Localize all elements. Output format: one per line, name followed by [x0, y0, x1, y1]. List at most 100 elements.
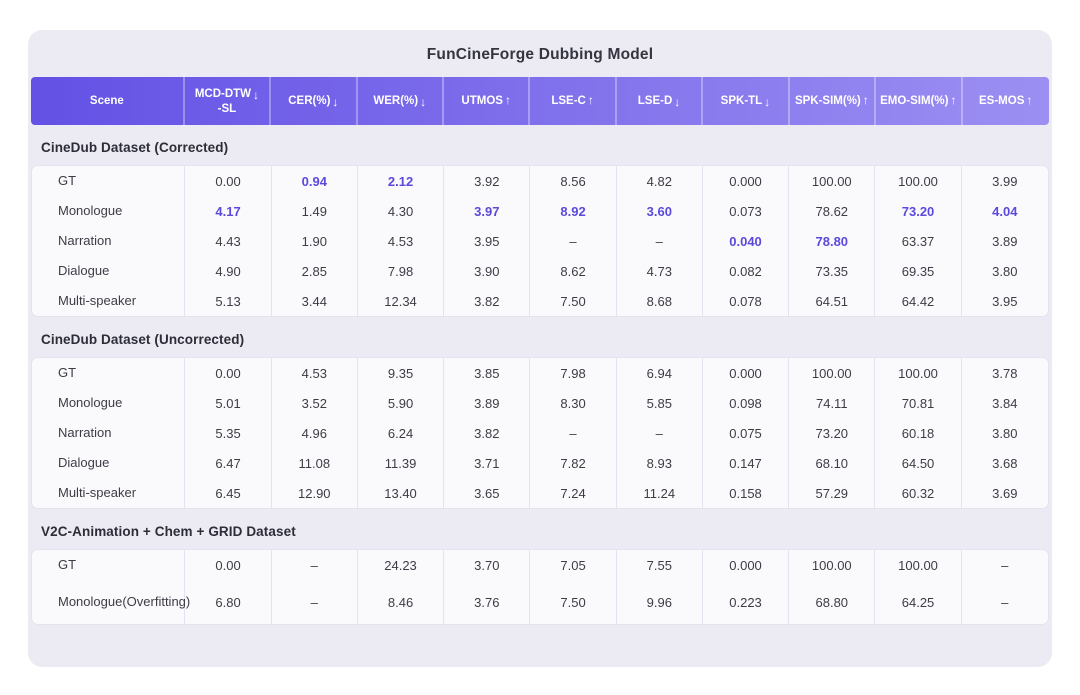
- scene-label: Monologue(Overfitting): [32, 580, 185, 624]
- value-cell: 3.95: [962, 286, 1048, 316]
- value-cell: 6.45: [185, 478, 271, 508]
- value-cell: 11.39: [358, 448, 444, 478]
- table-row: Narration5.354.966.243.82––0.07573.2060.…: [32, 418, 1048, 448]
- value-cell: 73.20: [875, 196, 961, 226]
- value-cell: 1.90: [272, 226, 358, 256]
- value-cell: 11.08: [272, 448, 358, 478]
- value-cell: 4.73: [617, 256, 703, 286]
- value-cell: 3.68: [962, 448, 1048, 478]
- value-cell: 5.01: [185, 388, 271, 418]
- value-cell: 0.073: [703, 196, 789, 226]
- value-cell: 68.80: [789, 580, 875, 624]
- value-cell: 3.97: [444, 196, 530, 226]
- value-cell: 8.68: [617, 286, 703, 316]
- value-cell: 8.30: [530, 388, 616, 418]
- value-cell: 64.42: [875, 286, 961, 316]
- value-cell: 70.81: [875, 388, 961, 418]
- column-header-spk-tl: SPK-TL↓: [703, 77, 789, 125]
- value-cell: 0.040: [703, 226, 789, 256]
- value-cell: –: [530, 226, 616, 256]
- value-cell: 3.70: [444, 550, 530, 580]
- table-row: GT0.000.942.123.928.564.820.000100.00100…: [32, 166, 1048, 196]
- value-cell: 2.85: [272, 256, 358, 286]
- value-cell: 78.62: [789, 196, 875, 226]
- value-cell: 3.90: [444, 256, 530, 286]
- value-cell: –: [617, 418, 703, 448]
- table-row: GT0.004.539.353.857.986.940.000100.00100…: [32, 358, 1048, 388]
- column-label: WER(%): [373, 95, 418, 107]
- arrow-up-icon: ↑: [588, 93, 594, 109]
- value-cell: 6.24: [358, 418, 444, 448]
- arrow-down-icon: ↓: [674, 95, 680, 111]
- column-header-lse-d: LSE-D↓: [617, 77, 703, 125]
- value-cell: 3.99: [962, 166, 1048, 196]
- value-cell: 3.71: [444, 448, 530, 478]
- value-cell: 3.80: [962, 256, 1048, 286]
- value-cell: 9.96: [617, 580, 703, 624]
- value-cell: 12.90: [272, 478, 358, 508]
- value-cell: 5.85: [617, 388, 703, 418]
- value-cell: 60.32: [875, 478, 961, 508]
- column-label: -SL: [218, 103, 237, 115]
- value-cell: –: [530, 418, 616, 448]
- column-label: Scene: [90, 95, 124, 107]
- arrow-down-icon: ↓: [332, 95, 338, 111]
- value-cell: 60.18: [875, 418, 961, 448]
- value-cell: 0.00: [185, 358, 271, 388]
- value-cell: 68.10: [789, 448, 875, 478]
- value-cell: 7.55: [617, 550, 703, 580]
- value-cell: 13.40: [358, 478, 444, 508]
- value-cell: 0.147: [703, 448, 789, 478]
- value-cell: 7.05: [530, 550, 616, 580]
- section-header: CineDub Dataset (Corrected): [31, 125, 1049, 165]
- value-cell: 7.24: [530, 478, 616, 508]
- value-cell: 3.85: [444, 358, 530, 388]
- value-cell: 5.35: [185, 418, 271, 448]
- arrow-down-icon: ↓: [420, 95, 426, 111]
- table-row: Multi-speaker6.4512.9013.403.657.2411.24…: [32, 478, 1048, 508]
- table-body: CineDub Dataset (Corrected)GT0.000.942.1…: [31, 125, 1049, 625]
- column-label: SPK-TL: [721, 95, 763, 107]
- column-header-utmos: UTMOS↑: [444, 77, 530, 125]
- column-label: CER(%): [288, 95, 330, 107]
- value-cell: 9.35: [358, 358, 444, 388]
- value-cell: 5.90: [358, 388, 444, 418]
- value-cell: 8.56: [530, 166, 616, 196]
- scene-label: Narration: [32, 226, 185, 256]
- value-cell: 100.00: [875, 166, 961, 196]
- value-cell: 3.95: [444, 226, 530, 256]
- value-cell: 6.47: [185, 448, 271, 478]
- value-cell: 3.65: [444, 478, 530, 508]
- table-row: Monologue5.013.525.903.898.305.850.09874…: [32, 388, 1048, 418]
- value-cell: 3.76: [444, 580, 530, 624]
- value-cell: 3.60: [617, 196, 703, 226]
- column-label: MCD-DTW: [195, 88, 251, 100]
- section-rows: GT0.004.539.353.857.986.940.000100.00100…: [31, 357, 1049, 509]
- value-cell: 24.23: [358, 550, 444, 580]
- value-cell: 100.00: [789, 166, 875, 196]
- table-row: Narration4.431.904.533.95––0.04078.8063.…: [32, 226, 1048, 256]
- arrow-down-icon: ↓: [764, 95, 770, 111]
- value-cell: 8.92: [530, 196, 616, 226]
- arrow-up-icon: ↑: [1026, 93, 1032, 109]
- value-cell: 4.90: [185, 256, 271, 286]
- value-cell: 1.49: [272, 196, 358, 226]
- value-cell: 69.35: [875, 256, 961, 286]
- column-label: LSE-D: [638, 95, 673, 107]
- arrow-up-icon: ↑: [863, 93, 869, 109]
- value-cell: 7.98: [530, 358, 616, 388]
- value-cell: 64.25: [875, 580, 961, 624]
- value-cell: 7.98: [358, 256, 444, 286]
- column-label: UTMOS: [461, 95, 503, 107]
- arrow-up-icon: ↑: [505, 93, 511, 109]
- value-cell: 57.29: [789, 478, 875, 508]
- value-cell: 4.30: [358, 196, 444, 226]
- value-cell: –: [962, 550, 1048, 580]
- column-header-wer: WER(%)↓: [358, 77, 444, 125]
- value-cell: 3.84: [962, 388, 1048, 418]
- value-cell: 0.078: [703, 286, 789, 316]
- value-cell: 12.34: [358, 286, 444, 316]
- value-cell: 8.46: [358, 580, 444, 624]
- column-label: SPK-SIM(%): [795, 95, 861, 107]
- value-cell: 3.78: [962, 358, 1048, 388]
